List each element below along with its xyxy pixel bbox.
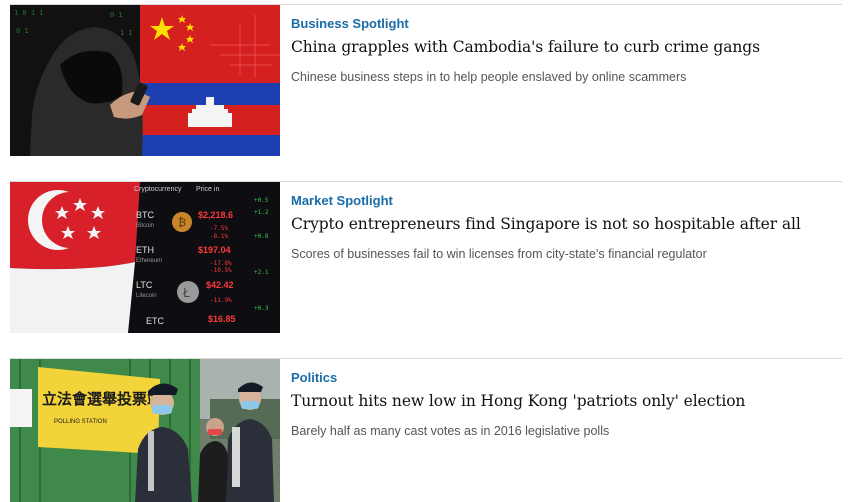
story-item: 1 0 1 1 0 1 1 1 0 1 Business Spotlight C… xyxy=(10,4,842,156)
story-summary: Scores of businesses fail to win license… xyxy=(291,247,707,261)
crypto-price: $16.85 xyxy=(208,314,236,324)
svg-text:-8.1%: -8.1% xyxy=(210,233,228,240)
crypto-ticker: ETH xyxy=(136,245,154,255)
story-thumbnail[interactable]: 立法會選舉投票站 POLLING STATION xyxy=(10,359,280,502)
banner-text: 立法會選舉投票站 xyxy=(42,390,162,408)
hooded-hacker-flags-image: 1 0 1 1 0 1 1 1 0 1 xyxy=(10,5,280,156)
banner-subtext: POLLING STATION xyxy=(54,419,107,425)
story-headline-link[interactable]: China grapples with Cambodia's failure t… xyxy=(291,38,760,56)
crypto-name: Litecoin xyxy=(136,293,157,299)
crypto-ticker: LTC xyxy=(136,280,153,290)
svg-text:-7.5%: -7.5% xyxy=(210,225,228,232)
story-item: Cryptocurrency Price in BTC Bitcoin $2,2… xyxy=(10,181,842,333)
story-summary: Chinese business steps in to help people… xyxy=(291,70,687,84)
svg-text:+1.2: +1.2 xyxy=(254,209,269,216)
svg-text:1 0 1 1: 1 0 1 1 xyxy=(14,9,44,17)
crypto-ticker: BTC xyxy=(136,210,155,220)
crypto-price: $197.04 xyxy=(198,245,231,255)
story-thumbnail[interactable]: Cryptocurrency Price in BTC Bitcoin $2,2… xyxy=(10,182,280,333)
crypto-board-header: Cryptocurrency xyxy=(134,186,182,193)
svg-text:+0.3: +0.3 xyxy=(254,305,269,312)
svg-text:+2.1: +2.1 xyxy=(254,269,269,276)
litecoin-icon: Ł xyxy=(182,286,190,300)
svg-text:0 1: 0 1 xyxy=(16,27,29,35)
crypto-ticker: ETC xyxy=(146,316,165,326)
svg-text:+0.5: +0.5 xyxy=(254,197,269,204)
crypto-name: Bitcoin xyxy=(136,223,154,229)
story-category-link[interactable]: Business Spotlight xyxy=(291,16,409,31)
svg-text:1 1: 1 1 xyxy=(120,29,133,37)
svg-text:-10.5%: -10.5% xyxy=(210,267,232,274)
story-item: 立法會選舉投票站 POLLING STATION Politics Turnou… xyxy=(10,358,842,502)
crypto-price: $2,218.6 xyxy=(198,210,233,220)
singapore-flag-crypto-prices-image: Cryptocurrency Price in BTC Bitcoin $2,2… xyxy=(10,182,280,333)
story-category-link[interactable]: Politics xyxy=(291,370,337,385)
svg-text:-11.9%: -11.9% xyxy=(210,297,232,304)
story-headline-link[interactable]: Crypto entrepreneurs find Singapore is n… xyxy=(291,215,801,233)
svg-text:0 1: 0 1 xyxy=(110,11,123,19)
crypto-price: $42.42 xyxy=(206,280,234,290)
story-summary: Barely half as many cast votes as in 201… xyxy=(291,424,610,438)
crypto-name: Ethereum xyxy=(136,258,162,264)
crypto-board-header-price: Price in xyxy=(196,186,219,193)
hong-kong-polling-police-image: 立法會選舉投票站 POLLING STATION xyxy=(10,359,280,502)
svg-text:+0.8: +0.8 xyxy=(254,233,269,240)
story-thumbnail[interactable]: 1 0 1 1 0 1 1 1 0 1 xyxy=(10,5,280,156)
story-category-link[interactable]: Market Spotlight xyxy=(291,193,393,208)
svg-text:-17.6%: -17.6% xyxy=(210,260,232,267)
news-feed: 1 0 1 1 0 1 1 1 0 1 Business Spotlight C… xyxy=(0,0,848,502)
bitcoin-icon: ₿ xyxy=(178,216,186,229)
story-headline-link[interactable]: Turnout hits new low in Hong Kong 'patri… xyxy=(291,392,745,410)
